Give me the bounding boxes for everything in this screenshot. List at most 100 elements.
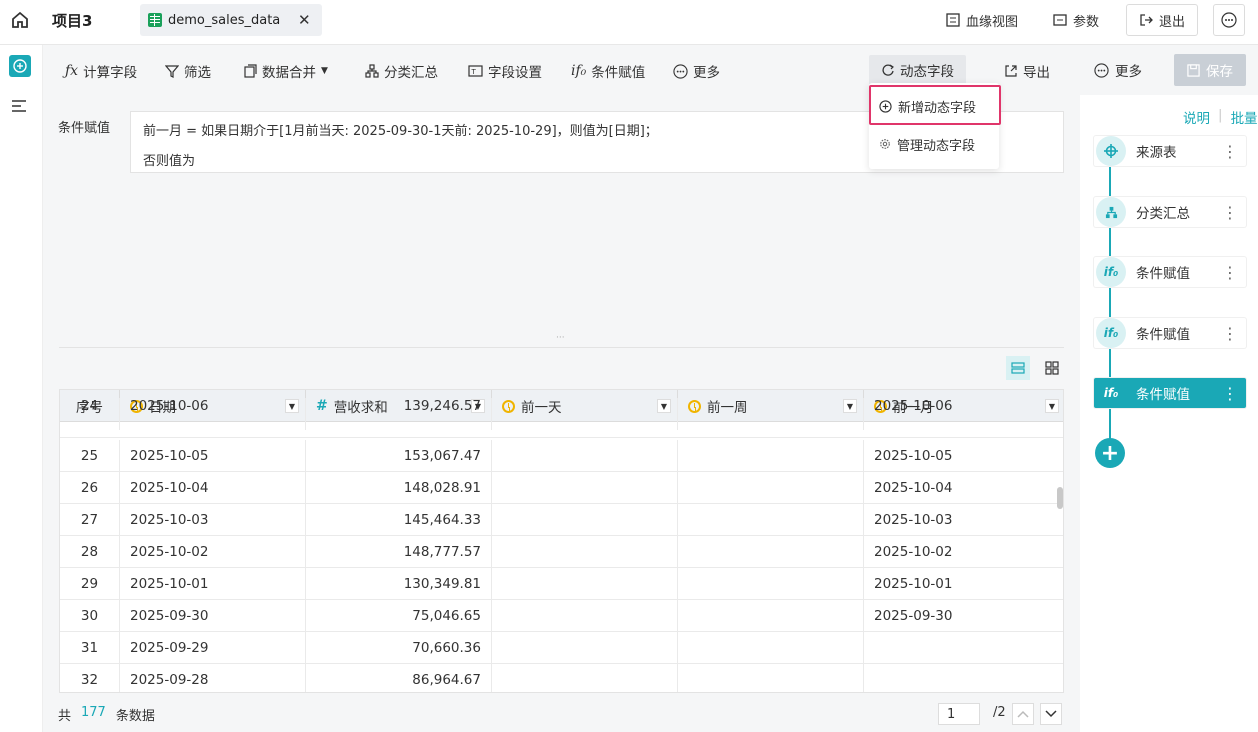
grid-view-button[interactable] bbox=[1040, 356, 1064, 380]
table-cell-m1[interactable]: 2025-10-03 bbox=[864, 504, 1063, 536]
step-condition-assign-3[interactable]: if₀ 条件赋值 ⋮ bbox=[1094, 378, 1246, 408]
table-cell-d1[interactable] bbox=[492, 440, 678, 472]
add-node-button[interactable] bbox=[9, 55, 31, 77]
calc-field-button[interactable]: ƒx 计算字段 bbox=[65, 61, 137, 81]
table-cell-rev[interactable]: 153,067.47 bbox=[306, 440, 492, 472]
table-row[interactable]: 30 2025-09-30 75,046.65 2025-09-30 bbox=[60, 600, 1063, 632]
table-cell-w1[interactable] bbox=[678, 600, 864, 632]
table-cell-rev[interactable]: 75,046.65 bbox=[306, 600, 492, 632]
table-cell-idx[interactable]: 26 bbox=[60, 472, 120, 504]
table-cell-d1[interactable] bbox=[492, 536, 678, 568]
table-row[interactable]: 27 2025-10-03 145,464.33 2025-10-03 bbox=[60, 504, 1063, 536]
table-cell-m1[interactable] bbox=[864, 664, 1063, 692]
add-step-button[interactable]: + bbox=[1095, 438, 1125, 468]
explain-link[interactable]: 说明 bbox=[1183, 107, 1210, 127]
step-group-summary[interactable]: 分类汇总 ⋮ bbox=[1094, 197, 1246, 227]
table-cell-d1[interactable] bbox=[492, 632, 678, 664]
step-condition-assign-1[interactable]: if₀ 条件赋值 ⋮ bbox=[1094, 257, 1246, 287]
table-cell-w1[interactable] bbox=[678, 664, 864, 692]
dynamic-field-button[interactable]: 动态字段 bbox=[869, 55, 966, 85]
list-view-button[interactable] bbox=[1006, 356, 1030, 380]
more-options-button[interactable] bbox=[1213, 4, 1245, 36]
table-cell-m1[interactable]: 2025-09-30 bbox=[864, 600, 1063, 632]
merge-button[interactable]: 数据合并 ▼ bbox=[243, 61, 328, 81]
lineage-view-button[interactable]: 血缘视图 bbox=[946, 6, 1018, 34]
table-cell-rev[interactable]: 130,349.81 bbox=[306, 568, 492, 600]
export-button[interactable]: 导出 bbox=[1004, 61, 1050, 81]
table-cell-date[interactable]: 2025-09-29 bbox=[120, 632, 306, 664]
table-cell-rev[interactable]: 139,246.57 bbox=[306, 398, 492, 430]
table-row[interactable]: 32 2025-09-28 86,964.67 bbox=[60, 664, 1063, 692]
table-cell-rev[interactable]: 145,464.33 bbox=[306, 504, 492, 536]
kebab-menu-icon[interactable]: ⋮ bbox=[1222, 384, 1238, 403]
table-cell-date[interactable]: 2025-10-05 bbox=[120, 440, 306, 472]
table-cell-date[interactable]: 2025-10-06 bbox=[120, 398, 306, 430]
table-cell-idx[interactable]: 29 bbox=[60, 568, 120, 600]
table-cell-date[interactable]: 2025-09-28 bbox=[120, 664, 306, 692]
group-summary-button[interactable]: 分类汇总 bbox=[365, 61, 438, 81]
table-cell-date[interactable]: 2025-10-04 bbox=[120, 472, 306, 504]
scrollbar-thumb[interactable] bbox=[1057, 487, 1063, 509]
table-row[interactable]: 31 2025-09-29 70,660.36 bbox=[60, 632, 1063, 664]
home-icon[interactable] bbox=[10, 10, 30, 30]
step-source-table[interactable]: 来源表 ⋮ bbox=[1094, 136, 1246, 166]
table-cell-m1[interactable]: 2025-10-01 bbox=[864, 568, 1063, 600]
batch-link[interactable]: 批量 bbox=[1231, 107, 1258, 127]
field-settings-button[interactable]: T 字段设置 bbox=[468, 61, 542, 81]
step-condition-assign-2[interactable]: if₀ 条件赋值 ⋮ bbox=[1094, 318, 1246, 348]
kebab-menu-icon[interactable]: ⋮ bbox=[1222, 263, 1238, 282]
table-cell-d1[interactable] bbox=[492, 664, 678, 692]
menu-item-manage-dynamic-field[interactable]: 管理动态字段 bbox=[869, 127, 999, 161]
kebab-menu-icon[interactable]: ⋮ bbox=[1222, 203, 1238, 222]
tab-demo-sales-data[interactable]: demo_sales_data ✕ bbox=[140, 4, 322, 36]
table-cell-m1[interactable]: 2025-10-06 bbox=[864, 398, 1063, 430]
table-cell-w1[interactable] bbox=[678, 504, 864, 536]
table-cell-idx[interactable]: 30 bbox=[60, 600, 120, 632]
table-cell-rev[interactable]: 148,028.91 bbox=[306, 472, 492, 504]
table-cell-idx[interactable]: 24 bbox=[60, 398, 120, 430]
save-button[interactable]: 保存 bbox=[1174, 54, 1246, 86]
params-button[interactable]: 参数 bbox=[1053, 6, 1099, 34]
table-cell-d1[interactable] bbox=[492, 398, 678, 430]
table-cell-rev[interactable]: 86,964.67 bbox=[306, 664, 492, 692]
table-cell-w1[interactable] bbox=[678, 536, 864, 568]
table-cell-d1[interactable] bbox=[492, 568, 678, 600]
table-cell-w1[interactable] bbox=[678, 440, 864, 472]
page-up-button[interactable] bbox=[1012, 703, 1034, 725]
table-cell-date[interactable]: 2025-09-30 bbox=[120, 600, 306, 632]
filter-button[interactable]: 筛选 bbox=[165, 61, 211, 81]
page-input[interactable]: 1 bbox=[938, 703, 980, 725]
table-cell-w1[interactable] bbox=[678, 398, 864, 430]
resize-handle-icon[interactable]: ··· bbox=[556, 333, 565, 343]
table-row[interactable]: 25 2025-10-05 153,067.47 2025-10-05 bbox=[60, 440, 1063, 472]
kebab-menu-icon[interactable]: ⋮ bbox=[1222, 142, 1238, 161]
table-cell-idx[interactable]: 27 bbox=[60, 504, 120, 536]
outline-list-icon[interactable] bbox=[11, 99, 27, 113]
table-cell-idx[interactable]: 25 bbox=[60, 440, 120, 472]
close-icon[interactable]: ✕ bbox=[298, 11, 311, 29]
table-cell-idx[interactable]: 28 bbox=[60, 536, 120, 568]
table-cell-m1[interactable]: 2025-10-04 bbox=[864, 472, 1063, 504]
table-cell-m1[interactable]: 2025-10-05 bbox=[864, 440, 1063, 472]
table-cell-date[interactable]: 2025-10-03 bbox=[120, 504, 306, 536]
condition-assign-button[interactable]: if₀ 条件赋值 bbox=[571, 61, 645, 81]
table-cell-date[interactable]: 2025-10-02 bbox=[120, 536, 306, 568]
table-cell-w1[interactable] bbox=[678, 472, 864, 504]
kebab-menu-icon[interactable]: ⋮ bbox=[1222, 324, 1238, 343]
table-cell-idx[interactable]: 32 bbox=[60, 664, 120, 692]
table-cell-rev[interactable]: 148,777.57 bbox=[306, 536, 492, 568]
page-down-button[interactable] bbox=[1040, 703, 1062, 725]
table-row[interactable]: 28 2025-10-02 148,777.57 2025-10-02 bbox=[60, 536, 1063, 568]
table-cell-d1[interactable] bbox=[492, 600, 678, 632]
more-button-2[interactable]: 更多 bbox=[1094, 54, 1142, 86]
table-row[interactable]: 29 2025-10-01 130,349.81 2025-10-01 bbox=[60, 568, 1063, 600]
table-row[interactable]: 26 2025-10-04 148,028.91 2025-10-04 bbox=[60, 472, 1063, 504]
table-cell-d1[interactable] bbox=[492, 472, 678, 504]
more-button[interactable]: 更多 bbox=[673, 61, 720, 81]
table-cell-d1[interactable] bbox=[492, 504, 678, 536]
table-cell-rev[interactable]: 70,660.36 bbox=[306, 632, 492, 664]
exit-button[interactable]: 退出 bbox=[1126, 4, 1199, 36]
table-cell-date[interactable]: 2025-10-01 bbox=[120, 568, 306, 600]
table-cell-m1[interactable] bbox=[864, 632, 1063, 664]
table-cell-w1[interactable] bbox=[678, 632, 864, 664]
